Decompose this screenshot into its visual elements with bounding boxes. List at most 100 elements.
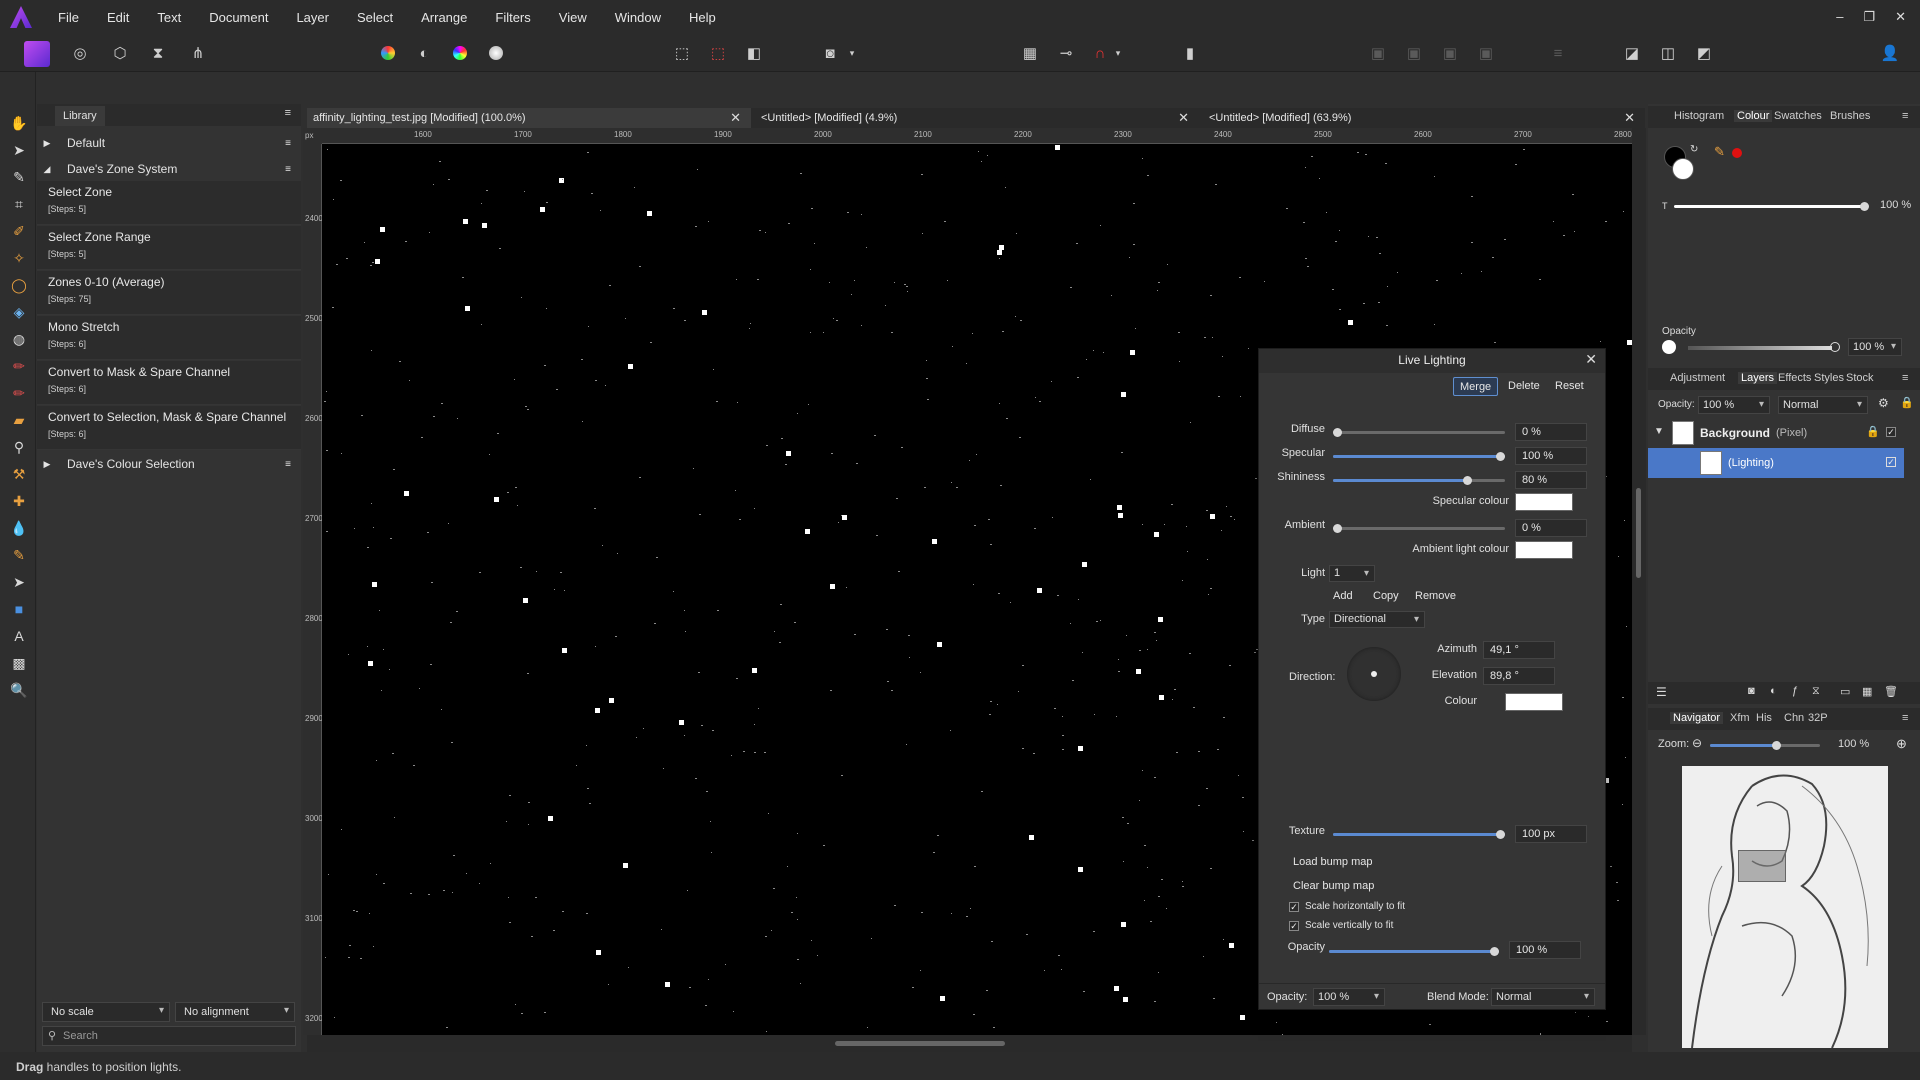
menu-arrange[interactable]: Arrange (407, 10, 481, 25)
add-pixel-layer-icon[interactable]: ▦ (1862, 685, 1872, 698)
arrange-front-icon[interactable]: ▣ (1438, 41, 1462, 65)
boolean-subtract-icon[interactable]: ◫ (1656, 41, 1680, 65)
library-category-default[interactable]: ▶ Default ≡ (37, 131, 301, 155)
close-tab-icon[interactable]: ✕ (730, 110, 741, 126)
tab-chn[interactable]: Chn (1784, 712, 1804, 724)
tone-mapping-persona-icon[interactable]: ⧗ (146, 41, 170, 65)
zoom-slider[interactable] (1710, 741, 1820, 750)
layers-blend-select[interactable]: Normal (1778, 396, 1868, 414)
auto-white-balance-icon[interactable] (484, 41, 508, 65)
delete-layer-icon[interactable]: 🗑 (1884, 685, 1898, 698)
alignment-select[interactable]: No alignment (175, 1002, 295, 1022)
export-persona-icon[interactable]: ⋔ (186, 41, 210, 65)
view-tool-hand-icon[interactable]: ✋ (8, 112, 30, 134)
group-folder-icon[interactable]: ▭ (1840, 685, 1850, 698)
marquee-tool-icon[interactable]: ◯ (8, 274, 30, 296)
macro-item[interactable]: Zones 0-10 (Average) [Steps: 75] (37, 271, 301, 315)
move-tool-icon[interactable]: ➤ (8, 139, 30, 161)
tab-effects[interactable]: Effects (1778, 372, 1811, 384)
menu-file[interactable]: File (44, 10, 93, 25)
layer-row-background[interactable]: ▼ Background (Pixel) 🔒 ✓ (1648, 418, 1920, 448)
auto-colours-icon[interactable] (448, 41, 472, 65)
diffuse-field[interactable]: 0 % (1515, 423, 1587, 441)
colour-opacity-select[interactable]: 100 % (1848, 338, 1902, 356)
layer-visibility-checkbox[interactable]: ✓ (1886, 427, 1896, 437)
secondary-colour-well[interactable] (1672, 158, 1694, 180)
footer-opacity-select[interactable]: 100 % (1313, 988, 1385, 1006)
direction-dial[interactable] (1347, 647, 1401, 701)
macro-item[interactable]: Convert to Mask & Spare Channel [Steps: 6… (37, 361, 301, 405)
load-bump-map-button[interactable]: Load bump map (1287, 853, 1379, 872)
delete-button[interactable]: Delete (1502, 377, 1546, 396)
shininess-field[interactable]: 80 % (1515, 471, 1587, 489)
erase-brush-tool-icon[interactable]: ▰ (8, 409, 30, 431)
add-light-button[interactable]: Add (1327, 587, 1359, 606)
copy-light-button[interactable]: Copy (1367, 587, 1405, 606)
menu-filters[interactable]: Filters (481, 10, 544, 25)
quick-mask-icon[interactable]: ◙ (818, 41, 842, 65)
macro-item[interactable]: Mono Stretch [Steps: 6] (37, 316, 301, 360)
tab-histogram[interactable]: Histogram (1674, 110, 1724, 122)
light-select[interactable]: 1 (1329, 565, 1375, 582)
layer-settings-gear-icon[interactable]: ⚙ (1878, 396, 1889, 410)
tab-styles[interactable]: Styles (1814, 372, 1844, 384)
merge-button[interactable]: Merge (1453, 377, 1499, 396)
specular-field[interactable]: 100 % (1515, 447, 1587, 465)
boolean-add-icon[interactable]: ◪ (1620, 41, 1644, 65)
shininess-slider[interactable] (1333, 476, 1505, 485)
menu-select[interactable]: Select (343, 10, 407, 25)
colour-opacity-slider[interactable] (1688, 346, 1832, 350)
zoom-out-icon[interactable]: ⊖ (1692, 736, 1702, 750)
quick-mask-dropdown-icon[interactable]: ▾ (846, 41, 858, 65)
menu-edit[interactable]: Edit (93, 10, 143, 25)
tab-32p[interactable]: 32P (1808, 712, 1828, 724)
pen-tool-icon[interactable]: ➤ (8, 571, 30, 593)
panel-menu-icon[interactable]: ≡ (1902, 712, 1908, 724)
lock-icon[interactable]: 🔒 (1900, 396, 1914, 409)
arrange-forward-icon[interactable]: ▣ (1366, 41, 1390, 65)
snapping-grid-icon[interactable]: ▦ (1018, 41, 1042, 65)
clone-brush-tool-icon[interactable]: ⚒ (8, 463, 30, 485)
category-menu-icon[interactable]: ≡ (285, 164, 291, 175)
photo-persona-icon[interactable] (24, 41, 50, 67)
texture-field[interactable]: 100 px (1515, 825, 1587, 843)
account-icon[interactable]: 👤 (1878, 41, 1902, 65)
macro-item[interactable]: Convert to Selection, Mask & Spare Chann… (37, 406, 301, 450)
panel-menu-icon[interactable]: ≡ (285, 107, 291, 119)
scale-horizontal-checkbox[interactable]: ✓ (1289, 902, 1299, 912)
category-menu-icon[interactable]: ≡ (285, 459, 291, 470)
maximize-button[interactable]: ❐ (1863, 9, 1875, 25)
tab-document-2[interactable]: <Untitled> [Modified] (4.9%) ✕ (755, 108, 1199, 128)
develop-persona-icon[interactable]: ⬡ (108, 41, 132, 65)
close-tab-icon[interactable]: ✕ (1624, 110, 1635, 126)
tab-document-3[interactable]: <Untitled> [Modified] (63.9%) ✕ (1203, 108, 1645, 128)
direction-handle-icon[interactable] (1371, 671, 1377, 677)
fx-icon[interactable]: ƒ (1792, 685, 1798, 697)
elevation-field[interactable]: 89,8 ° (1483, 667, 1555, 685)
macro-item[interactable]: Select Zone Range [Steps: 5] (37, 226, 301, 270)
clear-bump-map-button[interactable]: Clear bump map (1287, 877, 1380, 896)
swap-colours-icon[interactable]: ↻ (1690, 144, 1698, 155)
specular-slider[interactable] (1333, 452, 1505, 461)
tint-slider[interactable] (1674, 202, 1869, 211)
blend-mode-select[interactable]: Normal (1491, 988, 1595, 1006)
picked-colour-swatch[interactable] (1732, 148, 1742, 158)
tab-navigator[interactable]: Navigator (1670, 712, 1724, 724)
opacity-field[interactable]: 100 % (1509, 941, 1581, 959)
scale-select[interactable]: No scale (42, 1002, 170, 1022)
azimuth-field[interactable]: 49,1 ° (1483, 641, 1555, 659)
select-all-icon[interactable]: ⬚ (670, 41, 694, 65)
crop-tool-icon[interactable]: ⌗ (8, 193, 30, 215)
colour-opacity-knob[interactable] (1830, 342, 1840, 352)
tab-stock[interactable]: Stock (1846, 372, 1874, 384)
tab-document-1[interactable]: affinity_lighting_test.jpg [Modified] (1… (307, 108, 751, 128)
texture-slider[interactable] (1333, 830, 1505, 839)
align-icon[interactable]: ≡ (1546, 41, 1570, 65)
blur-brush-tool-icon[interactable]: 💧 (8, 517, 30, 539)
flood-fill-tool-icon[interactable]: ◈ (8, 301, 30, 323)
auto-levels-icon[interactable] (376, 41, 400, 65)
menu-layer[interactable]: Layer (282, 10, 343, 25)
selection-brush-tool-icon[interactable]: ✐ (8, 220, 30, 242)
boolean-intersect-icon[interactable]: ◩ (1692, 41, 1716, 65)
liquify-persona-icon[interactable]: ◎ (68, 41, 92, 65)
